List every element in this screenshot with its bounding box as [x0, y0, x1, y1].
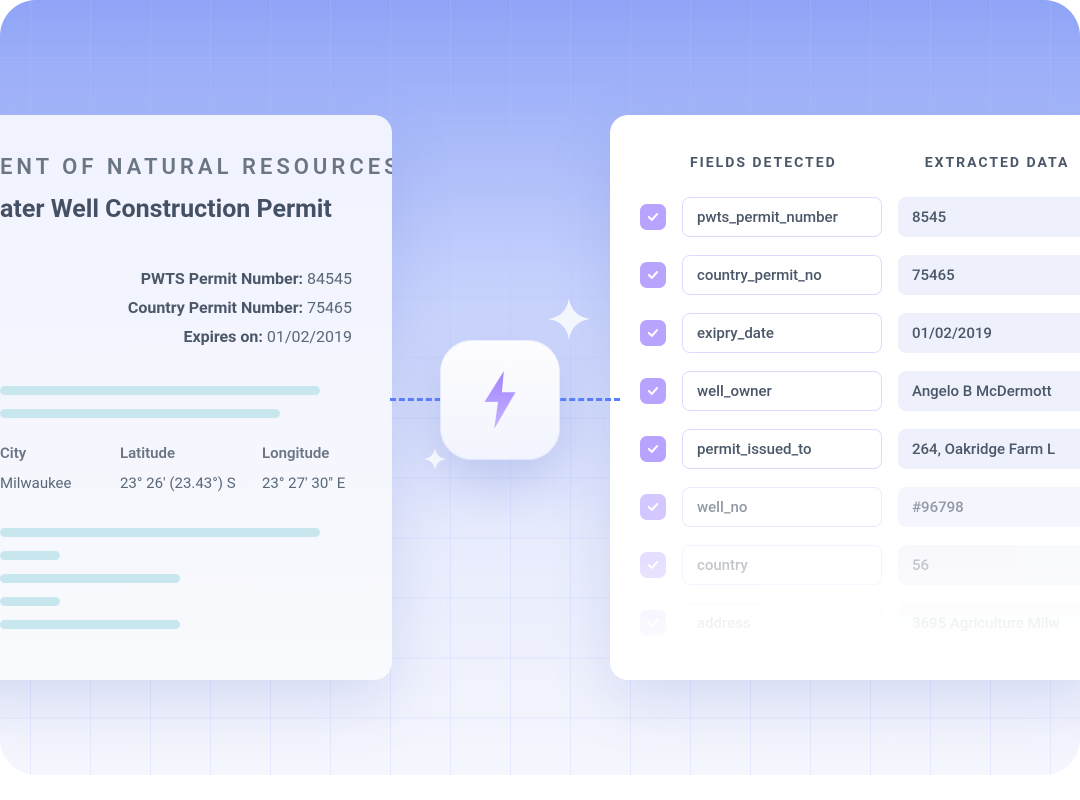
check-icon	[646, 558, 660, 572]
checkbox[interactable]	[640, 610, 666, 636]
table-cell: 23° 26' (23.43°) S	[120, 474, 232, 492]
extracted-value-chip[interactable]: 8545	[898, 197, 1080, 237]
check-icon	[646, 326, 660, 340]
field-row: well_owner Angelo B McDermott	[640, 371, 1080, 411]
panel-headers: FIELDS DETECTED EXTRACTED DATA	[640, 155, 1080, 171]
field-row: permit_issued_to 264, Oakridge Farm L	[640, 429, 1080, 469]
checkbox[interactable]	[640, 494, 666, 520]
extracted-value-chip[interactable]: 75465	[898, 255, 1080, 295]
extracted-value-chip[interactable]: 3695 Agriculture Milw	[898, 603, 1080, 643]
skeleton-line	[0, 528, 320, 537]
extracted-value-chip[interactable]: #96798	[898, 487, 1080, 527]
skeleton-line	[0, 409, 280, 418]
table-col: Latitude 23° 26' (23.43°) S	[120, 444, 232, 492]
field-row: address 3695 Agriculture Milw	[640, 603, 1080, 643]
checkbox[interactable]	[640, 262, 666, 288]
skeleton-group	[0, 386, 352, 418]
skeleton-line	[0, 597, 60, 606]
field-row: well_no #96798	[640, 487, 1080, 527]
field-name-chip[interactable]: well_no	[682, 487, 882, 527]
check-icon	[646, 210, 660, 224]
sparkle-icon	[424, 448, 446, 470]
skeleton-line	[0, 386, 320, 395]
extraction-panel: FIELDS DETECTED EXTRACTED DATA pwts_perm…	[610, 115, 1080, 680]
check-icon	[646, 500, 660, 514]
extracted-value-chip[interactable]: 56	[898, 545, 1080, 585]
checkbox[interactable]	[640, 552, 666, 578]
check-icon	[646, 616, 660, 630]
field-name-chip[interactable]: well_owner	[682, 371, 882, 411]
doc-meta: PWTS Permit Number: 84545 Country Permit…	[0, 269, 352, 346]
skeleton-line	[0, 620, 180, 629]
meta-row: Expires on: 01/02/2019	[0, 327, 352, 346]
checkbox[interactable]	[640, 378, 666, 404]
table-col: Longitude 23° 27' 30" E	[262, 444, 352, 492]
check-icon	[646, 384, 660, 398]
bolt-badge	[440, 340, 560, 460]
field-row: country 56	[640, 545, 1080, 585]
table-header: Longitude	[262, 444, 352, 462]
sparkle-icon	[548, 298, 590, 340]
skeleton-group	[0, 528, 352, 629]
doc-title: ater Well Construction Permit	[0, 195, 352, 224]
table-cell: 23° 27' 30" E	[262, 474, 352, 492]
column-title-fields: FIELDS DETECTED	[690, 155, 837, 171]
table-cell: Milwaukee	[0, 474, 90, 492]
source-document-card: ENT OF NATURAL RESOURCES ater Well Const…	[0, 115, 392, 680]
field-name-chip[interactable]: pwts_permit_number	[682, 197, 882, 237]
lightning-icon	[476, 371, 524, 429]
field-row: pwts_permit_number 8545	[640, 197, 1080, 237]
field-name-chip[interactable]: exipry_date	[682, 313, 882, 353]
checkbox[interactable]	[640, 320, 666, 346]
doc-table: City Milwaukee Latitude 23° 26' (23.43°)…	[0, 444, 352, 492]
table-col: City Milwaukee	[0, 444, 90, 492]
table-header: Latitude	[120, 444, 232, 462]
field-name-chip[interactable]: address	[682, 603, 882, 643]
check-icon	[646, 268, 660, 282]
skeleton-line	[0, 551, 60, 560]
checkbox[interactable]	[640, 204, 666, 230]
field-name-chip[interactable]: permit_issued_to	[682, 429, 882, 469]
doc-header: ENT OF NATURAL RESOURCES	[0, 155, 352, 180]
column-title-data: EXTRACTED DATA	[925, 155, 1070, 171]
check-icon	[646, 442, 660, 456]
checkbox[interactable]	[640, 436, 666, 462]
skeleton-line	[0, 574, 180, 583]
field-name-chip[interactable]: country	[682, 545, 882, 585]
illustration-canvas: ENT OF NATURAL RESOURCES ater Well Const…	[0, 0, 1080, 775]
extracted-value-chip[interactable]: 264, Oakridge Farm L	[898, 429, 1080, 469]
extracted-value-chip[interactable]: 01/02/2019	[898, 313, 1080, 353]
field-row: country_permit_no 75465	[640, 255, 1080, 295]
extracted-value-chip[interactable]: Angelo B McDermott	[898, 371, 1080, 411]
field-row: exipry_date 01/02/2019	[640, 313, 1080, 353]
meta-row: Country Permit Number: 75465	[0, 298, 352, 317]
meta-row: PWTS Permit Number: 84545	[0, 269, 352, 288]
field-name-chip[interactable]: country_permit_no	[682, 255, 882, 295]
table-header: City	[0, 444, 90, 462]
